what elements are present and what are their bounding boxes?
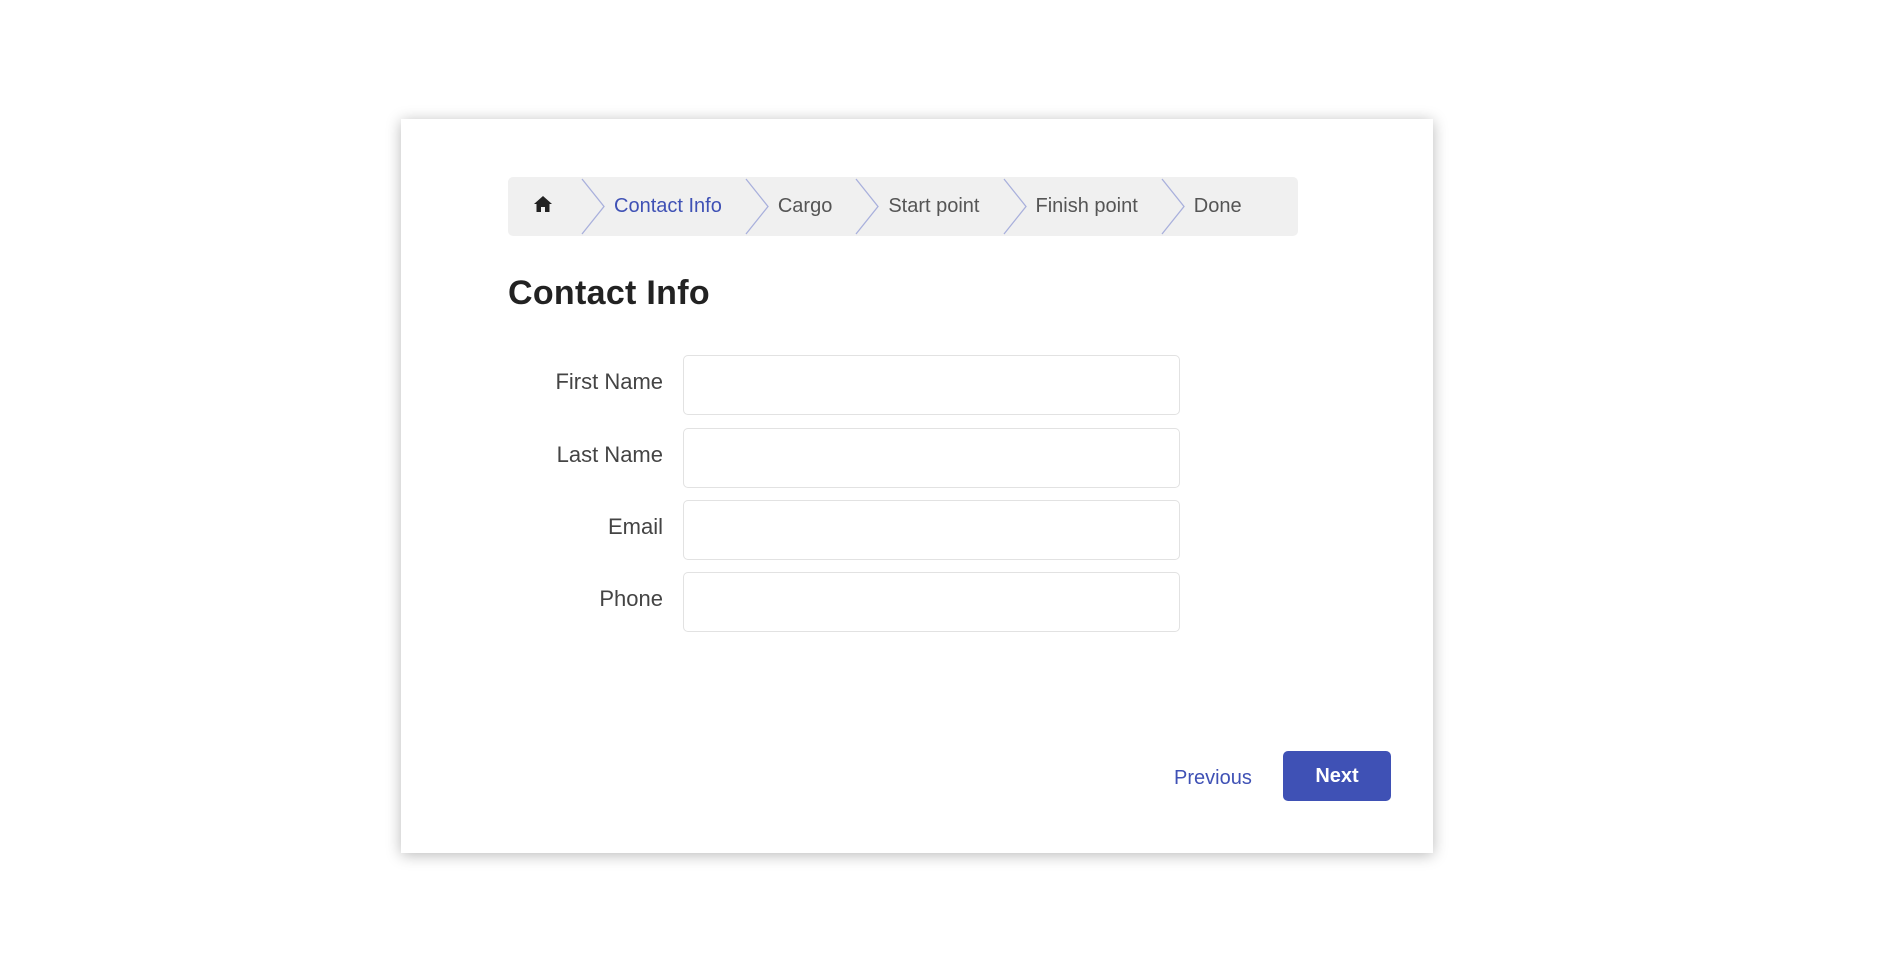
home-icon: [533, 195, 553, 219]
phone-input[interactable]: [683, 572, 1180, 632]
form-row-phone: Phone: [508, 572, 1188, 632]
last-name-input[interactable]: [683, 428, 1180, 488]
breadcrumb-separator: [1158, 177, 1194, 236]
form-row-last-name: Last Name: [508, 428, 1188, 488]
breadcrumb-separator: [852, 177, 888, 236]
breadcrumb-item-contact-info[interactable]: Contact Info: [614, 177, 742, 236]
breadcrumb-item-start-point[interactable]: Start point: [888, 177, 999, 236]
breadcrumb-item-cargo[interactable]: Cargo: [778, 177, 852, 236]
next-button[interactable]: Next: [1283, 751, 1391, 801]
breadcrumb-separator: [742, 177, 778, 236]
breadcrumb-item-label: Done: [1193, 195, 1242, 217]
breadcrumb-item-label: Finish point: [1035, 195, 1138, 217]
breadcrumb: Contact Info Cargo Start point Finish po…: [508, 177, 1298, 236]
breadcrumb-separator: [1000, 177, 1036, 236]
breadcrumb-item-done[interactable]: Done: [1194, 177, 1262, 236]
last-name-label: Last Name: [556, 442, 663, 467]
breadcrumb-item-label: Contact Info: [614, 195, 722, 217]
wizard-card: Contact Info Cargo Start point Finish po…: [401, 119, 1433, 853]
breadcrumb-home[interactable]: [508, 177, 578, 236]
breadcrumb-item-label: Cargo: [777, 195, 833, 217]
breadcrumb-separator: [578, 177, 614, 236]
breadcrumb-item-finish-point[interactable]: Finish point: [1036, 177, 1158, 236]
form-row-first-name: First Name: [508, 355, 1188, 415]
breadcrumb-item-label: Start point: [888, 195, 980, 217]
first-name-input[interactable]: [683, 355, 1180, 415]
form-row-email: Email: [508, 500, 1188, 560]
page-title: Contact Info: [508, 274, 710, 312]
first-name-label: First Name: [555, 369, 663, 394]
previous-button[interactable]: Previous: [1174, 757, 1252, 799]
email-label: Email: [607, 514, 663, 539]
phone-label: Phone: [599, 586, 663, 611]
email-input[interactable]: [683, 500, 1180, 560]
